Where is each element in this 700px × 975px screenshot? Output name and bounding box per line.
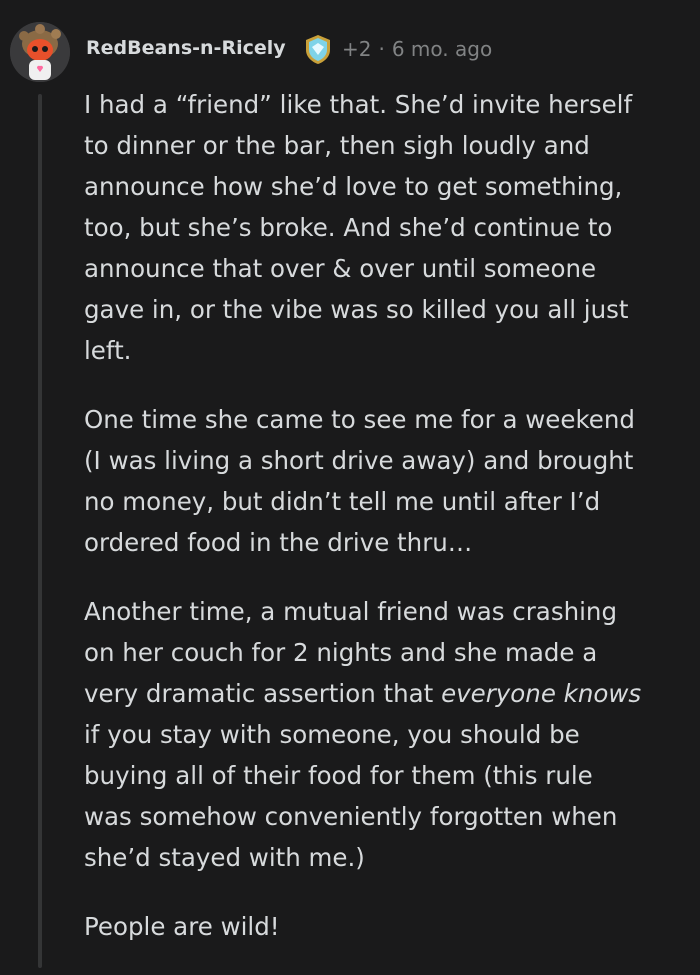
username-link[interactable]: RedBeans-n-Ricely bbox=[86, 37, 286, 59]
avatar-icon bbox=[10, 22, 70, 82]
comment-header: RedBeans-n-Ricely +2 · 6 mo. ago bbox=[0, 18, 700, 82]
paragraph-3-emphasis: everyone knows bbox=[441, 679, 642, 708]
comment-paragraph-2: One time she came to see me for a weeken… bbox=[84, 405, 635, 557]
meta-separator: · bbox=[378, 37, 385, 61]
paragraph-3-text-end: if you stay with someone, you should be … bbox=[84, 720, 618, 872]
comment-paragraph-3: Another time, a mutual friend was crashi… bbox=[84, 591, 684, 878]
comment-body: I had a “friend” like that. She’d invite… bbox=[84, 84, 684, 975]
comment: RedBeans-n-Ricely +2 · 6 mo. ago I had a “… bbox=[0, 0, 700, 968]
award-badge-icon[interactable] bbox=[302, 33, 334, 65]
vote-score: +2 bbox=[342, 37, 372, 61]
comment-paragraph-1: I had a “friend” like that. She’d invite… bbox=[84, 90, 633, 365]
comment-paragraph-4: People are wild! bbox=[84, 912, 280, 941]
thread-collapse-line[interactable] bbox=[38, 94, 42, 968]
comment-meta: +2 · 6 mo. ago bbox=[342, 37, 492, 61]
comment-age[interactable]: 6 mo. ago bbox=[392, 37, 492, 61]
user-avatar[interactable] bbox=[10, 22, 70, 82]
